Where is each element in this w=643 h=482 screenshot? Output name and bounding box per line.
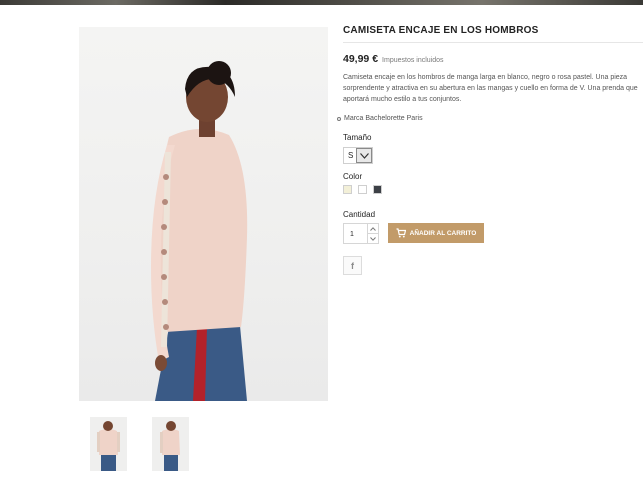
add-to-cart-label: AÑADIR AL CARRITO (409, 229, 477, 237)
facebook-share-button[interactable]: f (343, 256, 362, 275)
product-description: Camiseta encaje en los hombros de manga … (343, 74, 638, 103)
product-price: 49,99 € (343, 53, 379, 65)
quantity-label: Cantidad (343, 210, 376, 219)
brand-line: Marca Bachelorette Paris (337, 115, 423, 122)
cart-icon (396, 228, 406, 238)
quantity-input[interactable]: 1 (344, 224, 367, 243)
color-swatch-dark[interactable] (373, 185, 382, 194)
header-image-strip (0, 0, 643, 5)
caret-up-icon[interactable] (367, 224, 378, 234)
color-swatches (343, 185, 382, 194)
brand-text: Marca Bachelorette Paris (344, 115, 423, 122)
thumbnail-illustration (97, 421, 120, 471)
tax-note: Impuestos incluidos (382, 57, 444, 64)
product-title: CAMISETA ENCAJE EN LOS HOMBROS (343, 25, 643, 43)
size-select[interactable]: S (343, 147, 373, 164)
facebook-icon: f (351, 260, 354, 271)
size-value: S (348, 151, 354, 160)
model-illustration (151, 61, 248, 401)
chevron-down-icon[interactable] (356, 148, 372, 163)
quantity-stepper[interactable]: 1 (343, 223, 379, 244)
product-thumbnail-1[interactable] (90, 417, 127, 471)
caret-down-icon[interactable] (368, 234, 378, 243)
size-label: Tamaño (343, 133, 372, 142)
thumbnail-illustration (160, 421, 180, 471)
color-label: Color (343, 172, 363, 181)
price-row: 49,99 € Impuestos incluidos (343, 53, 444, 65)
quantity-spin (366, 224, 378, 243)
color-swatch-white[interactable] (358, 185, 367, 194)
add-to-cart-button[interactable]: AÑADIR AL CARRITO (388, 223, 484, 243)
product-main-image[interactable] (79, 27, 328, 401)
color-swatch-cream[interactable] (343, 185, 352, 194)
product-thumbnail-2[interactable] (152, 417, 189, 471)
bullet-icon (337, 116, 341, 121)
